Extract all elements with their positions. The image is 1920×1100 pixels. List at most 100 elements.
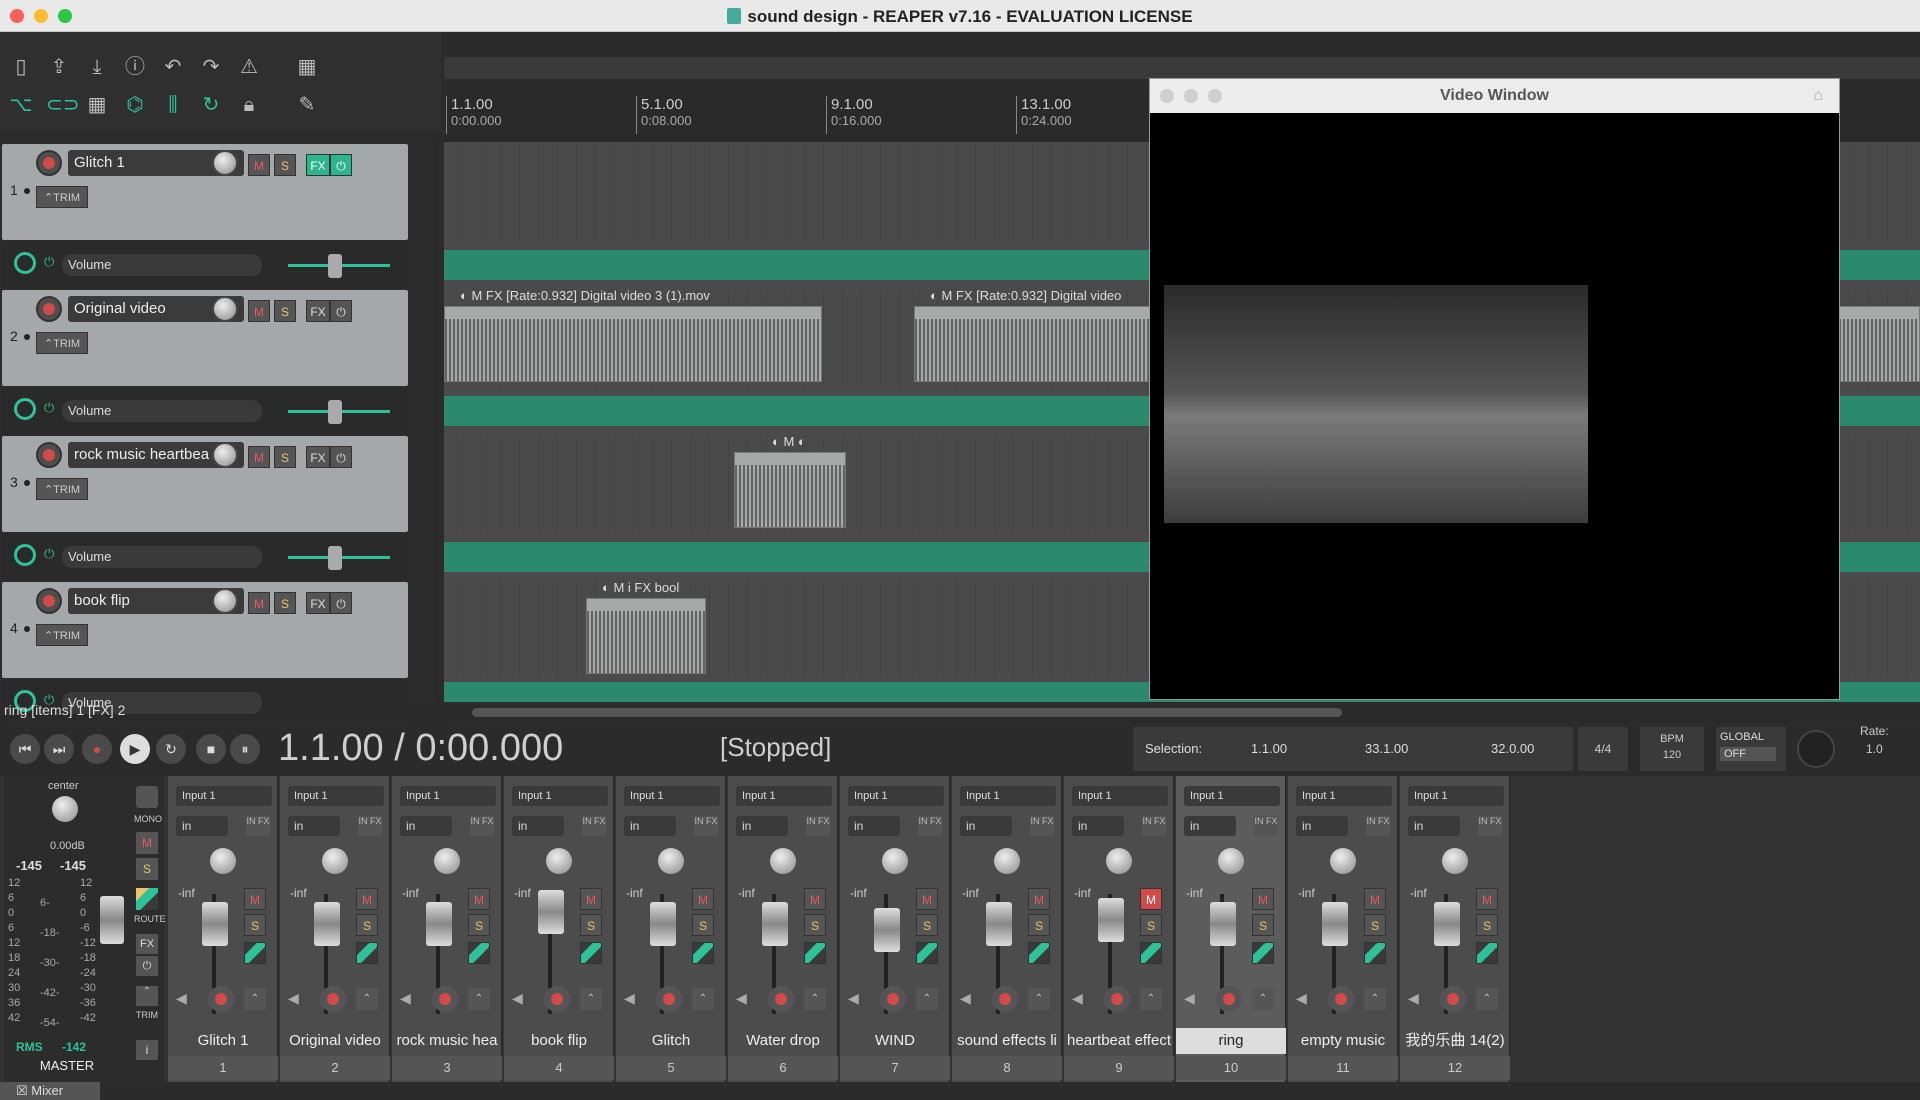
pause-button[interactable]: ⏸ <box>230 734 260 764</box>
mixer-channel-strip[interactable]: Input 1 in IN FX -inf M S ◀ ⌃ empty music 11 <box>1288 776 1398 1082</box>
mute-button[interactable]: M <box>244 888 266 910</box>
pan-knob[interactable] <box>770 848 796 874</box>
envelope-icon[interactable]: ⌃ <box>1028 988 1050 1010</box>
record-button[interactable]: ● <box>82 734 112 764</box>
route-icon[interactable] <box>244 942 266 964</box>
envelope-icon[interactable]: ⌃ <box>692 988 714 1010</box>
mixer-channel-strip[interactable]: Input 1 in IN FX -inf M S ◀ ⌃ Glitch 11 <box>168 776 278 1082</box>
envelope-icon[interactable]: ⌃ <box>916 988 938 1010</box>
mixer-channel-strip[interactable]: Input 1 in IN FX -inf M S ◀ ⌃ Water drop 6 <box>728 776 838 1082</box>
fx-button[interactable]: FX <box>306 300 330 322</box>
video-close-button[interactable] <box>1160 89 1174 103</box>
input-monitor-select[interactable]: in <box>1408 816 1460 836</box>
input-select[interactable]: Input 1 <box>1072 786 1168 806</box>
input-select[interactable]: Input 1 <box>736 786 832 806</box>
speaker-icon[interactable]: ◀ <box>848 990 859 1007</box>
save-project-icon[interactable]: ⤓ <box>84 54 110 80</box>
mixer-channel-strip[interactable]: Input 1 in IN FX -inf M S ◀ ⌃ Original video 2 <box>280 776 390 1082</box>
solo-button[interactable]: S <box>356 914 378 936</box>
pan-knob[interactable] <box>546 848 572 874</box>
input-select[interactable]: Input 1 <box>960 786 1056 806</box>
record-arm-button[interactable] <box>1440 986 1466 1012</box>
volume-knob[interactable] <box>212 588 238 614</box>
solo-button[interactable]: S <box>274 592 296 614</box>
envelope-icon[interactable]: ⌃ <box>1364 988 1386 1010</box>
input-fx-button[interactable]: IN FX <box>806 816 830 836</box>
go-to-start-button[interactable]: ⏮ <box>10 734 40 764</box>
record-arm-button[interactable] <box>880 986 906 1012</box>
mixer-channel-strip[interactable]: Input 1 in IN FX -inf M S ◀ ⌃ rock music hea 3 <box>392 776 502 1082</box>
strip-name[interactable]: ring <box>1176 1028 1286 1054</box>
playrate-knob[interactable] <box>1797 730 1835 768</box>
envelope-icon[interactable]: ⌃ <box>1252 988 1274 1010</box>
fx-button[interactable]: FX <box>306 592 330 614</box>
speaker-icon[interactable]: ◀ <box>512 990 523 1007</box>
master-solo-button[interactable]: S <box>136 858 158 880</box>
envelope-icon[interactable]: ⌃ <box>356 988 378 1010</box>
time-display[interactable]: 1.1.00 / 0:00.000 <box>278 727 563 770</box>
input-monitor-select[interactable]: in <box>624 816 676 836</box>
solo-button[interactable]: S <box>580 914 602 936</box>
envelope-toggle-icon[interactable] <box>14 544 36 566</box>
loop-toggle-button[interactable]: ↻ <box>156 734 186 764</box>
fader-cap[interactable] <box>1322 902 1348 946</box>
mute-button[interactable]: M <box>248 446 270 468</box>
master-info-button[interactable]: i <box>136 1040 158 1060</box>
record-arm-button[interactable] <box>992 986 1018 1012</box>
solo-button[interactable]: S <box>274 446 296 468</box>
mixer-tab[interactable]: ☒ Mixer <box>0 1082 100 1100</box>
video-window[interactable]: Video Window ⌂ <box>1149 78 1840 700</box>
input-select[interactable]: Input 1 <box>400 786 496 806</box>
trim-button[interactable]: ⌃TRIM <box>36 624 88 646</box>
lock-icon[interactable]: 🔒︎ <box>236 92 262 118</box>
input-monitor-select[interactable]: in <box>512 816 564 836</box>
speaker-icon[interactable]: ◀ <box>176 990 187 1007</box>
grid-view-icon[interactable]: ▦ <box>294 54 320 80</box>
mixer-channel-strip[interactable]: Input 1 in IN FX -inf M S ◀ ⌃ WIND 7 <box>840 776 950 1082</box>
record-arm-button[interactable] <box>768 986 794 1012</box>
speaker-icon[interactable]: ◀ <box>288 990 299 1007</box>
solo-button[interactable]: S <box>1140 914 1162 936</box>
input-monitor-select[interactable]: in <box>1072 816 1124 836</box>
track-header[interactable]: 3 rock music heartbea M S FX ⏻ ⌃TRIM <box>2 436 408 532</box>
envelope-icon[interactable]: ⌃ <box>468 988 490 1010</box>
pan-knob[interactable] <box>1106 848 1132 874</box>
input-fx-button[interactable]: IN FX <box>1478 816 1502 836</box>
fader-cap[interactable] <box>538 890 564 934</box>
media-item[interactable] <box>734 452 846 528</box>
input-fx-button[interactable]: IN FX <box>1142 816 1166 836</box>
solo-button[interactable]: S <box>1028 914 1050 936</box>
input-fx-button[interactable]: IN FX <box>694 816 718 836</box>
envelope-power-icon[interactable]: ⏻ <box>44 254 54 270</box>
volume-knob[interactable] <box>212 442 238 468</box>
bpm-display[interactable]: BPM 120 <box>1640 727 1704 771</box>
selection-end[interactable]: 33.1.00 <box>1365 741 1408 756</box>
speaker-icon[interactable]: ◀ <box>736 990 747 1007</box>
envelope-slider-knob[interactable] <box>328 254 342 278</box>
route-icon[interactable] <box>692 942 714 964</box>
pencil-icon[interactable]: ✎ <box>294 92 320 118</box>
pan-knob[interactable] <box>1218 848 1244 874</box>
solo-button[interactable]: S <box>804 914 826 936</box>
fader-cap[interactable] <box>762 902 788 946</box>
speaker-icon[interactable]: ◀ <box>400 990 411 1007</box>
route-icon[interactable] <box>1252 942 1274 964</box>
video-minimize-button[interactable] <box>1184 89 1198 103</box>
input-select[interactable]: Input 1 <box>1296 786 1392 806</box>
input-select[interactable]: Input 1 <box>848 786 944 806</box>
mute-button[interactable]: M <box>248 592 270 614</box>
record-arm-button[interactable] <box>1104 986 1130 1012</box>
input-monitor-select[interactable]: in <box>176 816 228 836</box>
input-select[interactable]: Input 1 <box>288 786 384 806</box>
speaker-icon[interactable]: ◀ <box>1296 990 1307 1007</box>
volume-knob[interactable] <box>212 296 238 322</box>
master-mono-icon[interactable] <box>136 786 158 808</box>
record-arm-button[interactable] <box>656 986 682 1012</box>
mute-button[interactable]: M <box>1252 888 1274 910</box>
snap-icon[interactable]: ⌬ <box>122 92 148 118</box>
record-arm-button[interactable] <box>1328 986 1354 1012</box>
go-to-end-button[interactable]: ⏭ <box>44 734 74 764</box>
envelope-icon[interactable]: ⌃ <box>1476 988 1498 1010</box>
input-fx-button[interactable]: IN FX <box>1254 816 1278 836</box>
speaker-icon[interactable]: ◀ <box>1408 990 1419 1007</box>
